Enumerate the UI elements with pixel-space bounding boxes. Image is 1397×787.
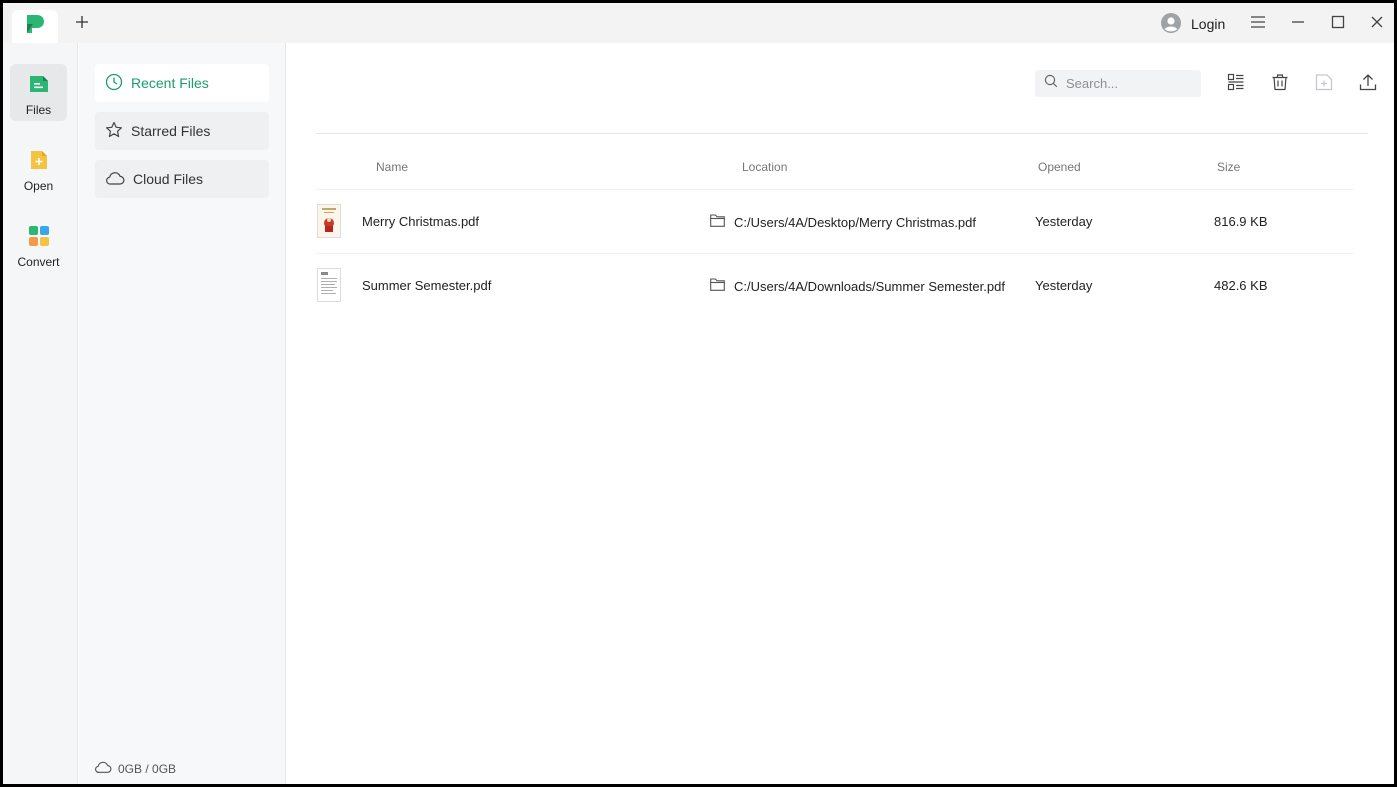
new-folder-icon bbox=[1315, 73, 1333, 96]
list-view-icon bbox=[1227, 73, 1245, 96]
menu-icon bbox=[1250, 15, 1266, 34]
close-button[interactable] bbox=[1366, 13, 1388, 35]
sidebar-item-recent-files[interactable]: Recent Files bbox=[95, 64, 269, 102]
column-header-location[interactable]: Location bbox=[742, 160, 787, 174]
search-input[interactable] bbox=[1066, 76, 1196, 91]
files-icon bbox=[28, 73, 50, 98]
rail-item-convert[interactable]: Convert bbox=[10, 216, 67, 273]
upload-button[interactable] bbox=[1357, 73, 1379, 95]
star-icon bbox=[105, 121, 123, 142]
login-label: Login bbox=[1191, 16, 1226, 32]
column-header-name[interactable]: Name bbox=[376, 160, 408, 174]
search-icon bbox=[1044, 74, 1058, 93]
toolbar-divider bbox=[316, 133, 1368, 134]
cloud-icon bbox=[94, 759, 112, 778]
main-content: Name Location Opened Size Merry Christma… bbox=[287, 43, 1394, 784]
home-tab[interactable] bbox=[12, 10, 58, 43]
convert-icon bbox=[28, 225, 50, 250]
file-opened: Yesterday bbox=[1035, 214, 1093, 229]
sidebar-item-label: Recent Files bbox=[131, 75, 209, 91]
file-opened: Yesterday bbox=[1035, 278, 1093, 293]
plus-icon bbox=[75, 15, 89, 34]
app-window: Login Files Open Convert Recent Files St… bbox=[3, 3, 1394, 784]
upload-icon bbox=[1359, 73, 1377, 96]
folder-icon bbox=[710, 214, 725, 230]
maximize-icon bbox=[1331, 15, 1345, 34]
rail-item-label: Convert bbox=[17, 255, 60, 269]
file-location[interactable]: C:/Users/4A/Desktop/Merry Christmas.pdf bbox=[710, 214, 976, 230]
rail-item-files[interactable]: Files bbox=[10, 64, 67, 121]
cloud-icon bbox=[105, 169, 125, 190]
rail-item-label: Files bbox=[25, 103, 52, 117]
file-location-text: C:/Users/4A/Desktop/Merry Christmas.pdf bbox=[734, 214, 977, 230]
menu-button[interactable] bbox=[1247, 13, 1269, 35]
maximize-button[interactable] bbox=[1327, 13, 1349, 35]
folder-icon bbox=[710, 278, 725, 294]
storage-label: 0GB / 0GB bbox=[118, 761, 177, 776]
search-box[interactable] bbox=[1035, 70, 1201, 97]
rail-item-open[interactable]: Open bbox=[10, 140, 67, 197]
table-row[interactable]: Summer Semester.pdf C:/Users/4A/Download… bbox=[316, 253, 1353, 317]
sidebar-item-label: Starred Files bbox=[131, 123, 211, 139]
rail-item-label: Open bbox=[23, 179, 54, 193]
file-size: 816.9 KB bbox=[1214, 214, 1268, 229]
sidebar-item-starred-files[interactable]: Starred Files bbox=[95, 112, 269, 150]
files-sidebar: Recent Files Starred Files Cloud Files 0… bbox=[79, 43, 286, 784]
login-button[interactable]: Login bbox=[1161, 12, 1226, 36]
cloud-storage-usage: 0GB / 0GB bbox=[94, 759, 176, 778]
new-tab-button[interactable] bbox=[71, 13, 93, 35]
file-name[interactable]: Summer Semester.pdf bbox=[362, 278, 491, 293]
new-folder-button[interactable] bbox=[1313, 73, 1335, 95]
table-row[interactable]: Merry Christmas.pdf C:/Users/4A/Desktop/… bbox=[316, 189, 1353, 253]
title-bar: Login bbox=[3, 3, 1394, 43]
close-icon bbox=[1370, 15, 1384, 34]
file-name[interactable]: Merry Christmas.pdf bbox=[362, 214, 479, 229]
minimize-icon bbox=[1291, 15, 1305, 34]
open-file-icon bbox=[28, 149, 50, 174]
file-location[interactable]: C:/Users/4A/Downloads/Summer Semester.pd… bbox=[710, 278, 1005, 294]
sidebar-item-label: Cloud Files bbox=[133, 171, 204, 187]
file-size: 482.6 KB bbox=[1214, 278, 1268, 293]
minimize-button[interactable] bbox=[1287, 13, 1309, 35]
user-avatar-icon bbox=[1161, 12, 1181, 36]
column-header-opened[interactable]: Opened bbox=[1038, 160, 1081, 174]
delete-button[interactable] bbox=[1269, 73, 1291, 95]
clock-icon bbox=[105, 73, 123, 94]
pdf-thumbnail-icon bbox=[317, 204, 341, 238]
delete-icon bbox=[1271, 73, 1289, 96]
pdf-thumbnail-icon bbox=[317, 268, 341, 302]
file-location-text: C:/Users/4A/Downloads/Summer Semester.pd… bbox=[734, 278, 1005, 294]
column-header-size[interactable]: Size bbox=[1217, 160, 1240, 174]
app-logo-icon bbox=[24, 13, 46, 40]
sidebar-item-cloud-files[interactable]: Cloud Files bbox=[95, 160, 269, 198]
list-view-button[interactable] bbox=[1225, 73, 1247, 95]
left-rail: Files Open Convert bbox=[3, 43, 78, 784]
